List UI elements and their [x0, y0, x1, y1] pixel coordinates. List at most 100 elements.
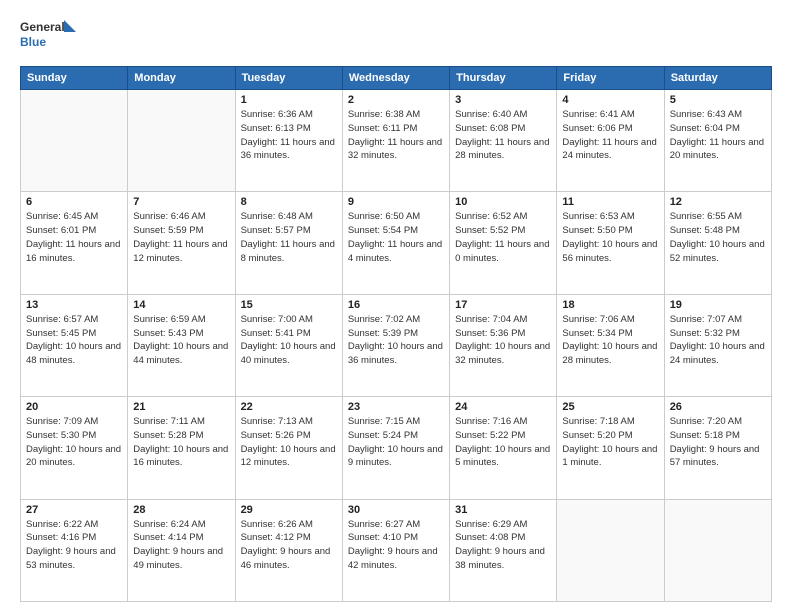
calendar-cell: 24Sunrise: 7:16 AM Sunset: 5:22 PM Dayli…	[450, 397, 557, 499]
calendar-cell: 25 Sunrise: 7:18 AM Sunset: 5:20 PM Dayli…	[557, 397, 664, 499]
calendar-cell: 1 Sunrise: 6:36 AM Sunset: 6:13 PM Daylig…	[235, 90, 342, 192]
calendar-cell: 15 Sunrise: 7:00 AM Sunset: 5:41 PM Dayli…	[235, 294, 342, 396]
day-info: Sunrise: 7:06 AM Sunset: 5:34 PM Dayligh…	[562, 313, 658, 368]
calendar-week-row: 13Sunrise: 6:57 AM Sunset: 5:45 PM Dayli…	[21, 294, 772, 396]
day-info: Sunrise: 6:59 AM Sunset: 5:43 PM Dayligh…	[133, 313, 229, 368]
calendar-cell: 10 Sunrise: 6:52 AM Sunset: 5:52 PM Dayli…	[450, 192, 557, 294]
day-info: Sunrise: 7:04 AM Sunset: 5:36 PM Dayligh…	[455, 313, 551, 368]
day-number: 23	[348, 401, 444, 413]
calendar-cell: 26Sunrise: 7:20 AM Sunset: 5:18 PM Dayli…	[664, 397, 771, 499]
day-number: 12	[670, 196, 766, 208]
svg-text:General: General	[20, 20, 65, 34]
calendar-cell: 22 Sunrise: 7:13 AM Sunset: 5:26 PM Dayli…	[235, 397, 342, 499]
day-number: 3	[455, 94, 551, 106]
calendar-cell: 21 Sunrise: 7:11 AM Sunset: 5:28 PM Dayli…	[128, 397, 235, 499]
day-info: Sunrise: 7:15 AM Sunset: 5:24 PM Dayligh…	[348, 415, 444, 470]
day-info: Sunrise: 6:45 AM Sunset: 6:01 PM Dayligh…	[26, 210, 122, 265]
day-info: Sunrise: 7:18 AM Sunset: 5:20 PM Dayligh…	[562, 415, 658, 470]
day-info: Sunrise: 6:29 AM Sunset: 4:08 PM Dayligh…	[455, 518, 551, 573]
day-number: 11	[562, 196, 658, 208]
day-info: Sunrise: 6:43 AM Sunset: 6:04 PM Dayligh…	[670, 108, 766, 163]
calendar-cell: 6 Sunrise: 6:45 AM Sunset: 6:01 PM Daylig…	[21, 192, 128, 294]
weekday-header-monday: Monday	[128, 67, 235, 90]
day-number: 15	[241, 299, 337, 311]
weekday-header-tuesday: Tuesday	[235, 67, 342, 90]
day-info: Sunrise: 6:36 AM Sunset: 6:13 PM Dayligh…	[241, 108, 337, 163]
day-info: Sunrise: 6:26 AM Sunset: 4:12 PM Dayligh…	[241, 518, 337, 573]
day-info: Sunrise: 7:07 AM Sunset: 5:32 PM Dayligh…	[670, 313, 766, 368]
day-number: 27	[26, 504, 122, 516]
day-number: 19	[670, 299, 766, 311]
day-info: Sunrise: 7:13 AM Sunset: 5:26 PM Dayligh…	[241, 415, 337, 470]
logo-svg: General Blue	[20, 16, 80, 56]
day-info: Sunrise: 6:57 AM Sunset: 5:45 PM Dayligh…	[26, 313, 122, 368]
calendar-cell	[664, 499, 771, 601]
calendar-cell: 30Sunrise: 6:27 AM Sunset: 4:10 PM Dayli…	[342, 499, 449, 601]
day-number: 6	[26, 196, 122, 208]
calendar-cell: 5 Sunrise: 6:43 AM Sunset: 6:04 PM Daylig…	[664, 90, 771, 192]
calendar-week-row: 27 Sunrise: 6:22 AM Sunset: 4:16 PM Dayli…	[21, 499, 772, 601]
day-number: 9	[348, 196, 444, 208]
day-info: Sunrise: 6:46 AM Sunset: 5:59 PM Dayligh…	[133, 210, 229, 265]
calendar-cell: 20Sunrise: 7:09 AM Sunset: 5:30 PM Dayli…	[21, 397, 128, 499]
day-info: Sunrise: 6:50 AM Sunset: 5:54 PM Dayligh…	[348, 210, 444, 265]
calendar-cell: 7 Sunrise: 6:46 AM Sunset: 5:59 PM Daylig…	[128, 192, 235, 294]
calendar-cell: 11Sunrise: 6:53 AM Sunset: 5:50 PM Dayli…	[557, 192, 664, 294]
day-number: 4	[562, 94, 658, 106]
day-number: 22	[241, 401, 337, 413]
day-info: Sunrise: 6:52 AM Sunset: 5:52 PM Dayligh…	[455, 210, 551, 265]
calendar-cell	[21, 90, 128, 192]
day-info: Sunrise: 6:40 AM Sunset: 6:08 PM Dayligh…	[455, 108, 551, 163]
day-info: Sunrise: 7:11 AM Sunset: 5:28 PM Dayligh…	[133, 415, 229, 470]
day-info: Sunrise: 7:00 AM Sunset: 5:41 PM Dayligh…	[241, 313, 337, 368]
weekday-header-friday: Friday	[557, 67, 664, 90]
day-number: 5	[670, 94, 766, 106]
calendar-cell: 8 Sunrise: 6:48 AM Sunset: 5:57 PM Daylig…	[235, 192, 342, 294]
calendar-cell: 2Sunrise: 6:38 AM Sunset: 6:11 PM Daylig…	[342, 90, 449, 192]
day-info: Sunrise: 6:48 AM Sunset: 5:57 PM Dayligh…	[241, 210, 337, 265]
day-info: Sunrise: 6:41 AM Sunset: 6:06 PM Dayligh…	[562, 108, 658, 163]
day-number: 31	[455, 504, 551, 516]
calendar-cell	[128, 90, 235, 192]
day-number: 17	[455, 299, 551, 311]
day-number: 1	[241, 94, 337, 106]
logo: General Blue	[20, 16, 80, 56]
day-info: Sunrise: 6:22 AM Sunset: 4:16 PM Dayligh…	[26, 518, 122, 573]
day-info: Sunrise: 6:27 AM Sunset: 4:10 PM Dayligh…	[348, 518, 444, 573]
day-number: 29	[241, 504, 337, 516]
calendar-cell: 9 Sunrise: 6:50 AM Sunset: 5:54 PM Daylig…	[342, 192, 449, 294]
day-number: 2	[348, 94, 444, 106]
calendar-cell: 14 Sunrise: 6:59 AM Sunset: 5:43 PM Dayli…	[128, 294, 235, 396]
day-info: Sunrise: 6:55 AM Sunset: 5:48 PM Dayligh…	[670, 210, 766, 265]
day-number: 7	[133, 196, 229, 208]
weekday-header-wednesday: Wednesday	[342, 67, 449, 90]
day-info: Sunrise: 7:20 AM Sunset: 5:18 PM Dayligh…	[670, 415, 766, 470]
day-number: 10	[455, 196, 551, 208]
day-info: Sunrise: 7:02 AM Sunset: 5:39 PM Dayligh…	[348, 313, 444, 368]
day-number: 16	[348, 299, 444, 311]
calendar-week-row: 6 Sunrise: 6:45 AM Sunset: 6:01 PM Daylig…	[21, 192, 772, 294]
calendar-cell: 23 Sunrise: 7:15 AM Sunset: 5:24 PM Dayli…	[342, 397, 449, 499]
day-number: 25	[562, 401, 658, 413]
weekday-header-saturday: Saturday	[664, 67, 771, 90]
calendar-cell: 3 Sunrise: 6:40 AM Sunset: 6:08 PM Daylig…	[450, 90, 557, 192]
day-number: 28	[133, 504, 229, 516]
day-info: Sunrise: 6:24 AM Sunset: 4:14 PM Dayligh…	[133, 518, 229, 573]
day-number: 8	[241, 196, 337, 208]
calendar-header-row: SundayMondayTuesdayWednesdayThursdayFrid…	[21, 67, 772, 90]
weekday-header-thursday: Thursday	[450, 67, 557, 90]
calendar-cell: 17 Sunrise: 7:04 AM Sunset: 5:36 PM Dayli…	[450, 294, 557, 396]
day-number: 21	[133, 401, 229, 413]
day-number: 14	[133, 299, 229, 311]
calendar-cell: 4 Sunrise: 6:41 AM Sunset: 6:06 PM Daylig…	[557, 90, 664, 192]
day-info: Sunrise: 7:09 AM Sunset: 5:30 PM Dayligh…	[26, 415, 122, 470]
day-number: 18	[562, 299, 658, 311]
calendar-cell	[557, 499, 664, 601]
day-info: Sunrise: 7:16 AM Sunset: 5:22 PM Dayligh…	[455, 415, 551, 470]
calendar-cell: 31 Sunrise: 6:29 AM Sunset: 4:08 PM Dayli…	[450, 499, 557, 601]
calendar-table: SundayMondayTuesdayWednesdayThursdayFrid…	[20, 66, 772, 602]
calendar-cell: 16 Sunrise: 7:02 AM Sunset: 5:39 PM Dayli…	[342, 294, 449, 396]
calendar-cell: 12 Sunrise: 6:55 AM Sunset: 5:48 PM Dayli…	[664, 192, 771, 294]
calendar-cell: 29 Sunrise: 6:26 AM Sunset: 4:12 PM Dayli…	[235, 499, 342, 601]
calendar-cell: 13Sunrise: 6:57 AM Sunset: 5:45 PM Dayli…	[21, 294, 128, 396]
